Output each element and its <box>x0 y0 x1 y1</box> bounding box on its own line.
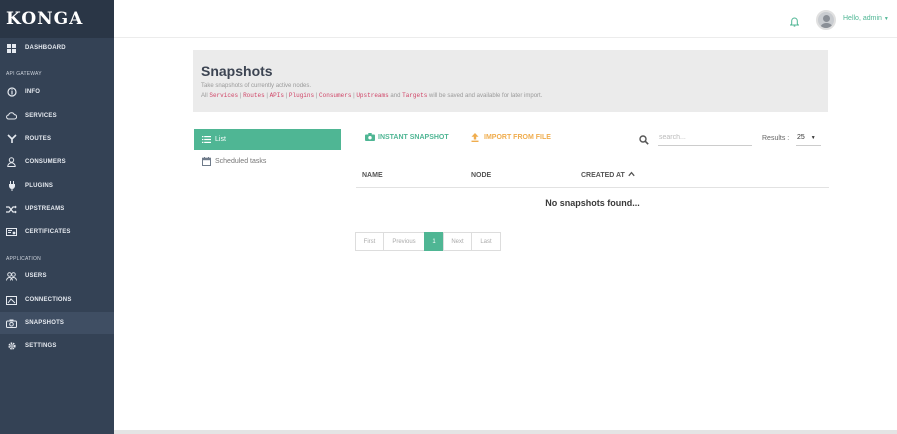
info-icon <box>6 87 17 98</box>
column-header-node[interactable]: NODE <box>471 172 491 179</box>
results-per-page-value: 25 <box>797 134 805 141</box>
tab-list-label: List <box>215 136 226 143</box>
empty-table-message: No snapshots found... <box>545 198 640 208</box>
certificate-icon <box>6 227 17 238</box>
search-input[interactable] <box>658 130 752 146</box>
tag-routes: Routes <box>243 92 265 99</box>
import-from-file-label: IMPORT FROM FILE <box>484 134 551 141</box>
section-heading-application: APPLICATION <box>6 256 41 262</box>
tag-services: Services <box>209 92 239 99</box>
connections-icon <box>6 295 17 306</box>
page-title: Snapshots <box>201 63 273 79</box>
sidebar-item-label: CERTIFICATES <box>25 229 71 235</box>
brand-name: KONGA <box>6 9 84 29</box>
caret-down-icon: ▼ <box>810 134 816 141</box>
camera-icon <box>365 133 375 141</box>
bottom-scrollbar[interactable] <box>114 430 897 434</box>
user-greeting: Hello, admin <box>843 15 882 22</box>
calendar-icon <box>202 157 211 166</box>
import-from-file-button[interactable]: IMPORT FROM FILE <box>471 133 551 142</box>
sidebar-item-label: PLUGINS <box>25 183 54 189</box>
sidebar-item-label: CONSUMERS <box>25 159 66 165</box>
main-content: Snapshots Take snapshots of currently ac… <box>114 38 897 430</box>
sidebar-item-users[interactable]: USERS <box>0 265 114 287</box>
sidebar-item-plugins[interactable]: PLUGINS <box>0 175 114 197</box>
sidebar-item-info[interactable]: INFO <box>0 81 114 103</box>
pagination-last[interactable]: Last <box>471 232 501 251</box>
results-label: Results : <box>762 135 790 142</box>
results-per-page-select[interactable]: 25 ▼ <box>796 130 821 146</box>
users-icon <box>6 271 17 282</box>
sidebar-item-settings[interactable]: SETTINGS <box>0 335 114 357</box>
tab-scheduled-label: Scheduled tasks <box>215 158 267 165</box>
search-icon <box>639 132 649 150</box>
tab-scheduled-tasks[interactable]: Scheduled tasks <box>202 157 266 166</box>
sidebar-item-label: SERVICES <box>25 113 57 119</box>
top-bar: Hello, admin ▼ <box>114 0 897 38</box>
shuffle-icon <box>6 204 17 215</box>
pagination-page-1[interactable]: 1 <box>424 232 444 251</box>
list-icon <box>202 136 211 143</box>
instant-snapshot-button[interactable]: INSTANT SNAPSHOT <box>365 133 449 141</box>
camera-icon <box>6 318 17 329</box>
caret-down-icon: ▼ <box>883 16 889 22</box>
sidebar-item-certificates[interactable]: CERTIFICATES <box>0 221 114 243</box>
sidebar-item-label: UPSTREAMS <box>25 206 65 212</box>
pagination-previous[interactable]: Previous <box>383 232 425 251</box>
instant-snapshot-label: INSTANT SNAPSHOT <box>378 133 449 141</box>
plug-icon <box>6 181 17 192</box>
brand-logo[interactable]: KONGA <box>0 0 114 38</box>
sidebar-item-connections[interactable]: CONNECTIONS <box>0 289 114 311</box>
tab-list[interactable]: List <box>194 129 341 150</box>
sidebar-item-label: SNAPSHOTS <box>25 320 65 326</box>
table-header: NAME NODE CREATED AT <box>356 166 829 188</box>
user-menu[interactable]: Hello, admin ▼ <box>843 15 889 22</box>
avatar[interactable] <box>816 10 836 30</box>
sort-ascending-icon[interactable] <box>628 171 635 179</box>
page-subtitle: Take snapshots of currently active nodes… <box>201 83 312 89</box>
tag-apis: APIs <box>269 92 284 99</box>
sidebar-item-label: INFO <box>25 89 41 95</box>
user-icon <box>6 157 17 168</box>
sidebar-item-label: SETTINGS <box>25 343 57 349</box>
sidebar-item-label: ROUTES <box>25 136 52 142</box>
tag-upstreams: Upstreams <box>356 92 389 99</box>
column-header-created-at[interactable]: CREATED AT <box>581 172 625 179</box>
sidebar-item-snapshots[interactable]: SNAPSHOTS <box>0 312 114 334</box>
sidebar: KONGA DASHBOARD API GATEWAY INFO SERVICE… <box>0 0 114 434</box>
bell-icon[interactable] <box>789 14 800 32</box>
upload-icon <box>471 133 479 142</box>
gear-icon <box>6 341 17 352</box>
sidebar-item-label: USERS <box>25 273 47 279</box>
tag-consumers: Consumers <box>319 92 352 99</box>
sidebar-item-label: DASHBOARD <box>25 45 66 51</box>
sidebar-item-consumers[interactable]: CONSUMERS <box>0 151 114 173</box>
pagination-next[interactable]: Next <box>443 232 472 251</box>
page-description: All Services | Routes | APIs | Plugins |… <box>201 92 543 99</box>
sidebar-item-upstreams[interactable]: UPSTREAMS <box>0 198 114 220</box>
routes-icon <box>6 134 17 145</box>
sidebar-item-dashboard[interactable]: DASHBOARD <box>0 37 114 59</box>
sidebar-item-label: CONNECTIONS <box>25 297 72 303</box>
page-header: Snapshots Take snapshots of currently ac… <box>193 50 828 112</box>
section-heading-api-gateway: API GATEWAY <box>6 71 42 77</box>
pagination-first[interactable]: First <box>355 232 384 251</box>
sidebar-item-routes[interactable]: ROUTES <box>0 128 114 150</box>
tag-plugins: Plugins <box>288 92 315 99</box>
cloud-icon <box>6 111 17 122</box>
tag-targets: Targets <box>402 92 428 99</box>
pagination: First Previous 1 Next Last <box>355 232 501 251</box>
column-header-name[interactable]: NAME <box>362 172 383 179</box>
sidebar-item-services[interactable]: SERVICES <box>0 105 114 127</box>
dashboard-icon <box>6 43 17 54</box>
